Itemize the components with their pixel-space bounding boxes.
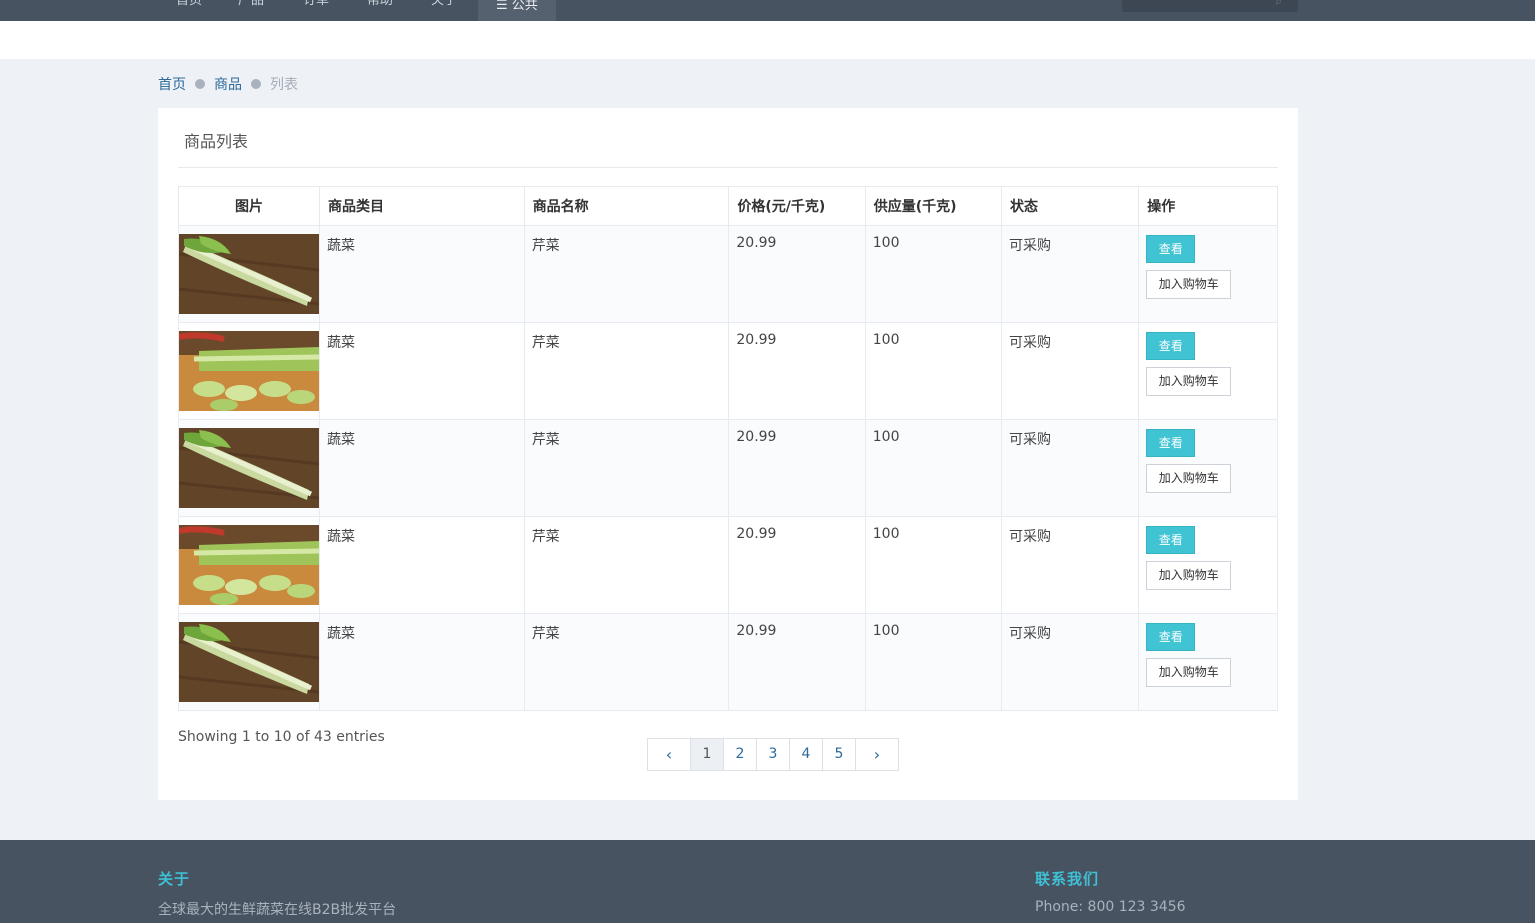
product-thumbnail[interactable] bbox=[179, 234, 319, 314]
table-row: 蔬菜 芹菜 20.99 100 可采购 查看加入购物车 bbox=[178, 419, 1278, 517]
column-header-supply: 供应量(千克) bbox=[864, 186, 1003, 226]
page-title: 商品列表 bbox=[184, 132, 249, 151]
prev-page-button[interactable]: ‹ bbox=[647, 738, 691, 771]
breadcrumb-separator bbox=[195, 79, 205, 89]
page-button-1[interactable]: 1 bbox=[690, 738, 724, 771]
footer-about-text: 全球最大的生鲜蔬菜在线B2B批发平台 bbox=[158, 902, 397, 918]
cell-category: 蔬菜 bbox=[319, 613, 525, 711]
cell-category: 蔬菜 bbox=[319, 322, 525, 420]
cell-category: 蔬菜 bbox=[319, 419, 525, 517]
nav-item-public[interactable]: ☰ 公共 bbox=[478, 0, 556, 21]
product-thumbnail[interactable] bbox=[179, 331, 319, 411]
cell-supply: 100 bbox=[864, 322, 1003, 420]
nav-item-home[interactable]: 首页 bbox=[176, 0, 202, 21]
pagination: ‹ 1 2 3 4 5 › bbox=[647, 738, 899, 771]
product-thumbnail[interactable] bbox=[179, 428, 319, 508]
table-row: 蔬菜 芹菜 20.99 100 可采购 查看加入购物车 bbox=[178, 613, 1278, 711]
search-input[interactable]: ⌕ bbox=[1122, 0, 1298, 12]
top-navbar: 首页 产品 订单 帮助 关于 ☰ 公共 ⌕ bbox=[0, 0, 1535, 21]
product-thumbnail[interactable] bbox=[179, 622, 319, 702]
table-row: 蔬菜 芹菜 20.99 100 可采购 查看加入购物车 bbox=[178, 225, 1278, 323]
footer: 关于 全球最大的生鲜蔬菜在线B2B批发平台 联系我们 Phone: 800 12… bbox=[0, 840, 1535, 923]
column-header-price: 价格(元/千克) bbox=[728, 186, 866, 226]
cell-actions: 查看 加入购物车 bbox=[1138, 322, 1278, 420]
cell-price: 20.99 bbox=[728, 322, 866, 420]
cell-supply: 100 bbox=[864, 419, 1003, 517]
cell-category: 蔬菜 bbox=[319, 516, 525, 614]
footer-contact-heading: 联系我们 bbox=[1035, 870, 1100, 888]
cell-price: 20.99 bbox=[728, 613, 866, 711]
cell-name: 芹菜 bbox=[523, 225, 730, 323]
search-icon[interactable]: ⌕ bbox=[1275, 0, 1282, 9]
breadcrumb-current: 列表 bbox=[270, 77, 298, 93]
add-to-cart-button[interactable]: 加入购物车 bbox=[1146, 561, 1232, 590]
nav-item-help[interactable]: 帮助 bbox=[367, 0, 393, 21]
cell-actions: 查看 加入购物车 bbox=[1138, 516, 1278, 614]
cell-actions: 查看 加入购物车 bbox=[1138, 613, 1278, 711]
cell-supply: 100 bbox=[864, 516, 1003, 614]
nav-item-about[interactable]: 关于 bbox=[431, 0, 457, 21]
add-to-cart-button[interactable]: 加入购物车 bbox=[1146, 658, 1232, 687]
cell-image bbox=[178, 516, 320, 614]
cell-status: 可采购 bbox=[1001, 225, 1140, 323]
cell-actions: 查看 加入购物车 bbox=[1138, 419, 1278, 517]
breadcrumb-home[interactable]: 首页 bbox=[158, 74, 186, 94]
breadcrumb: 首页 商品 列表 bbox=[158, 74, 298, 94]
product-thumbnail[interactable] bbox=[179, 525, 319, 605]
product-list-panel: 商品列表 图片 商品类目 商品名称 价格(元/千克) 供应量(千克) 状态 操作… bbox=[158, 108, 1298, 800]
view-button[interactable]: 查看 bbox=[1146, 235, 1196, 263]
cell-name: 芹菜 bbox=[523, 419, 730, 517]
column-header-status: 状态 bbox=[1001, 186, 1140, 226]
footer-phone: Phone: 800 123 3456 bbox=[1035, 899, 1186, 915]
cell-image bbox=[178, 225, 320, 323]
cell-supply: 100 bbox=[864, 225, 1003, 323]
cell-supply: 100 bbox=[864, 613, 1003, 711]
page-button-5[interactable]: 5 bbox=[822, 738, 856, 771]
column-header-name: 商品名称 bbox=[523, 186, 730, 226]
cell-status: 可采购 bbox=[1001, 613, 1140, 711]
page-button-3[interactable]: 3 bbox=[756, 738, 790, 771]
page-button-2[interactable]: 2 bbox=[723, 738, 757, 771]
table-row: 蔬菜 芹菜 20.99 100 可采购 查看加入购物车 bbox=[178, 516, 1278, 614]
view-button[interactable]: 查看 bbox=[1146, 623, 1196, 651]
cell-status: 可采购 bbox=[1001, 516, 1140, 614]
cell-price: 20.99 bbox=[728, 516, 866, 614]
cell-image bbox=[178, 322, 320, 420]
breadcrumb-separator bbox=[251, 79, 261, 89]
cell-name: 芹菜 bbox=[523, 322, 730, 420]
divider bbox=[178, 167, 1278, 168]
header-strip bbox=[0, 21, 1535, 59]
cell-actions: 查看 加入购物车 bbox=[1138, 225, 1278, 323]
entries-summary: Showing 1 to 10 of 43 entries bbox=[178, 729, 385, 745]
cell-status: 可采购 bbox=[1001, 419, 1140, 517]
cell-name: 芹菜 bbox=[523, 516, 730, 614]
view-button[interactable]: 查看 bbox=[1146, 526, 1196, 554]
cell-name: 芹菜 bbox=[523, 613, 730, 711]
cell-price: 20.99 bbox=[728, 225, 866, 323]
cell-price: 20.99 bbox=[728, 419, 866, 517]
cell-image bbox=[178, 419, 320, 517]
table-row: 蔬菜 芹菜 20.99 100 可采购 查看加入购物车 bbox=[178, 322, 1278, 420]
nav-item-products[interactable]: 产品 bbox=[238, 0, 264, 21]
add-to-cart-button[interactable]: 加入购物车 bbox=[1146, 270, 1232, 299]
column-header-actions: 操作 bbox=[1138, 186, 1278, 226]
add-to-cart-button[interactable]: 加入购物车 bbox=[1146, 464, 1232, 493]
add-to-cart-button[interactable]: 加入购物车 bbox=[1146, 367, 1232, 396]
cell-category: 蔬菜 bbox=[319, 225, 525, 323]
product-table: 图片 商品类目 商品名称 价格(元/千克) 供应量(千克) 状态 操作 蔬菜 芹菜… bbox=[178, 186, 1278, 711]
breadcrumb-section[interactable]: 商品 bbox=[214, 74, 242, 94]
view-button[interactable]: 查看 bbox=[1146, 429, 1196, 457]
cell-status: 可采购 bbox=[1001, 322, 1140, 420]
column-header-image: 图片 bbox=[178, 186, 320, 226]
cell-image bbox=[178, 613, 320, 711]
page-button-4[interactable]: 4 bbox=[789, 738, 823, 771]
table-header-row: 图片 商品类目 商品名称 价格(元/千克) 供应量(千克) 状态 操作 bbox=[178, 186, 1278, 226]
view-button[interactable]: 查看 bbox=[1146, 332, 1196, 360]
column-header-category: 商品类目 bbox=[319, 186, 525, 226]
footer-about-heading: 关于 bbox=[158, 870, 191, 888]
nav-item-orders[interactable]: 订单 bbox=[303, 0, 329, 21]
next-page-button[interactable]: › bbox=[855, 738, 899, 771]
